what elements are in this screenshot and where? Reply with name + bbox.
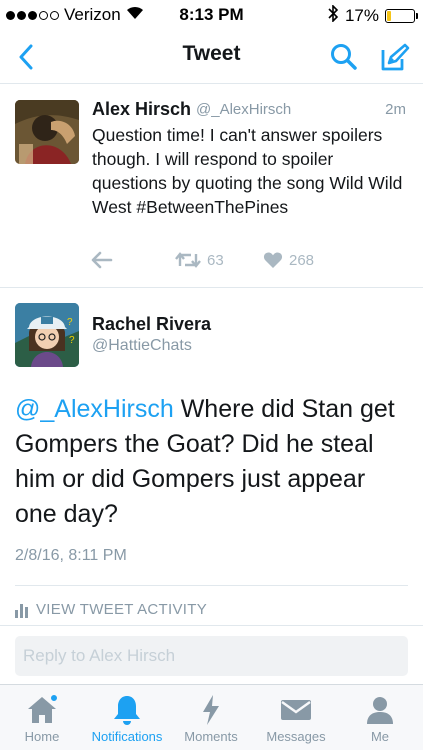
like-count: 268: [289, 251, 315, 269]
tab-me[interactable]: Me: [361, 685, 399, 750]
battery-level: [387, 11, 392, 21]
avatar[interactable]: ? ?: [15, 303, 79, 367]
search-button[interactable]: [327, 40, 361, 74]
tab-label: Me: [370, 729, 390, 744]
author-name[interactable]: Rachel Rivera: [92, 314, 211, 335]
battery-icon: [385, 9, 418, 23]
battery-percent: 17%: [344, 6, 379, 25]
divider: [15, 585, 408, 586]
tab-label: Notifications: [91, 729, 163, 744]
author-handle[interactable]: @HattieChats: [92, 337, 192, 355]
envelope-icon: [279, 693, 313, 727]
mention-link[interactable]: @_AlexHirsch: [15, 395, 174, 423]
tab-label: Moments: [184, 729, 238, 744]
tab-messages[interactable]: Messages: [262, 685, 330, 750]
tweet-text: @_AlexHirsch Where did Stan get Gompers …: [15, 392, 410, 532]
navigation-bar: Tweet: [0, 30, 423, 84]
bluetooth-icon: [328, 4, 339, 27]
tab-notifications[interactable]: Notifications: [86, 685, 168, 750]
reply-button[interactable]: [91, 251, 113, 269]
tweet-text: Question time! I can't answer spoilers t…: [92, 125, 403, 217]
tab-label: Home: [24, 729, 60, 744]
author-handle[interactable]: @_AlexHirsch: [196, 101, 291, 118]
tweet-timestamp: 2m: [385, 101, 406, 118]
tab-moments[interactable]: Moments: [180, 685, 242, 750]
tab-bar: Home Notifications Moments Messages Me: [0, 684, 423, 750]
status-right: 17%: [328, 4, 418, 27]
svg-text:?: ?: [69, 335, 75, 346]
activity-label: VIEW TWEET ACTIVITY: [36, 601, 208, 618]
view-tweet-activity-link[interactable]: VIEW TWEET ACTIVITY: [15, 601, 207, 618]
person-icon: [363, 693, 397, 727]
tweet-actions: 63 268: [0, 251, 423, 275]
home-icon: [25, 693, 59, 727]
tweet-date: 2/8/16, 8:11 PM: [15, 547, 127, 564]
search-icon: [331, 44, 357, 70]
tab-label: Messages: [266, 729, 326, 744]
heart-icon: [263, 252, 283, 268]
retweet-icon: [175, 252, 201, 268]
status-bar: Verizon 8:13 PM 17%: [0, 0, 423, 30]
avatar[interactable]: [15, 100, 79, 164]
parent-tweet[interactable]: Alex Hirsch @_AlexHirsch 2m Question tim…: [0, 85, 423, 288]
svg-text:?: ?: [67, 317, 73, 328]
activity-bars-icon: [15, 602, 28, 618]
retweet-count: 63: [207, 251, 224, 269]
compose-icon: [381, 43, 410, 71]
compose-button[interactable]: [377, 40, 413, 74]
bell-icon: [110, 693, 144, 727]
reply-icon: [91, 251, 113, 269]
retweet-button[interactable]: 63: [175, 251, 224, 269]
reply-bar: [0, 625, 423, 683]
like-button[interactable]: 268: [263, 251, 314, 269]
notification-dot: [50, 694, 58, 702]
tab-home[interactable]: Home: [16, 685, 68, 750]
lightning-icon: [194, 693, 228, 727]
author-name[interactable]: Alex Hirsch: [92, 99, 191, 120]
reply-input[interactable]: [15, 636, 408, 676]
